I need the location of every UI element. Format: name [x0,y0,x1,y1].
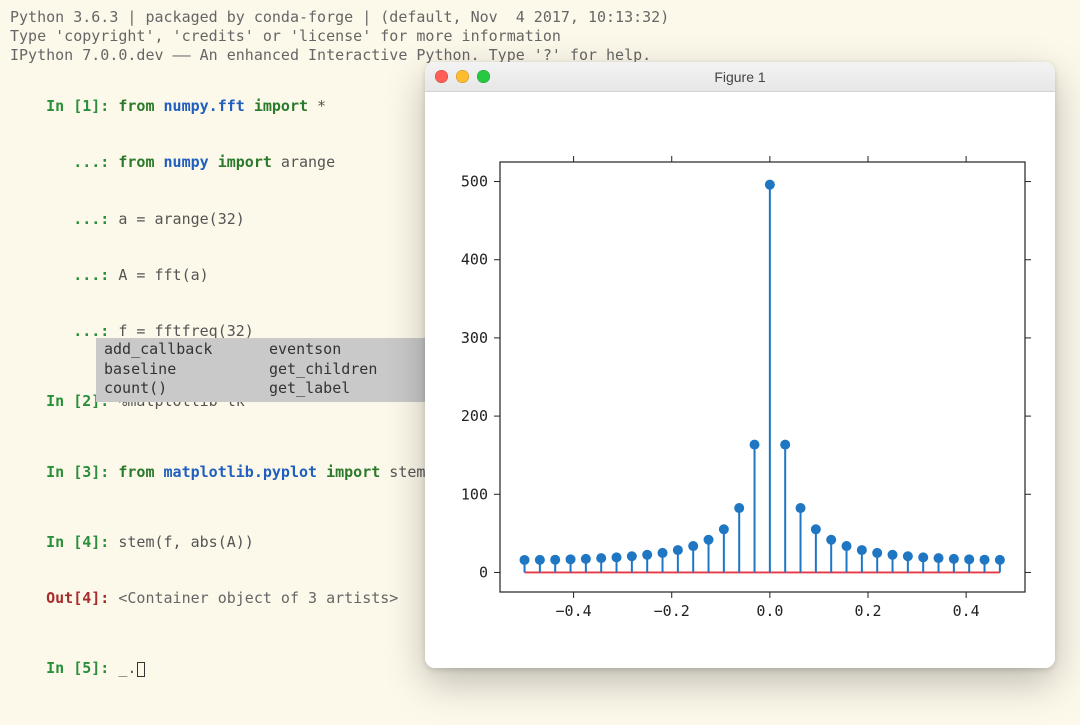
code-line: a = arange(32) [118,210,244,228]
autocomplete-item[interactable]: get_label [269,379,418,399]
window-titlebar[interactable]: Figure 1 [425,62,1055,92]
autocomplete-item[interactable]: baseline [104,360,253,380]
autocomplete-item[interactable]: add_callback [104,340,253,360]
prompt-in-4: In [4]: [46,533,118,551]
import-rest: arange [272,153,335,171]
svg-text:0.0: 0.0 [756,602,783,620]
input-text[interactable]: _. [118,659,136,677]
output-line: <Container object of 3 artists> [118,589,398,607]
svg-text:0.4: 0.4 [953,602,980,620]
autocomplete-item[interactable]: get_children [269,360,418,380]
svg-text:0: 0 [479,563,488,581]
header-line-2: Type 'copyright', 'credits' or 'license'… [10,27,1070,46]
cursor-icon [137,662,145,677]
kw-import: import [326,463,380,481]
kw-import: import [254,97,308,115]
prompt-cont: ...: [46,153,118,171]
svg-text:−0.2: −0.2 [654,602,690,620]
svg-text:400: 400 [461,251,488,269]
svg-text:300: 300 [461,329,488,347]
figure-window[interactable]: Figure 1 0100200300400500−0.4−0.20.00.20… [425,62,1055,668]
kw-from: from [118,463,154,481]
prompt-cont: ...: [46,210,118,228]
import-rest: * [308,97,326,115]
prompt-in-3: In [3]: [46,463,118,481]
terminal-header: Python 3.6.3 | packaged by conda-forge |… [10,8,1070,64]
autocomplete-item[interactable]: eventson [269,340,418,360]
prompt-out-4: Out[4]: [46,589,118,607]
autocomplete-item[interactable]: count() [104,379,253,399]
svg-text:100: 100 [461,485,488,503]
code-line: stem(f, abs(A)) [118,533,253,551]
stem-plot: 0 100 200 300 400 500 −0.4 −0.2 0.0 0.2 0.4 [425,92,1055,668]
header-line-1: Python 3.6.3 | packaged by conda-forge |… [10,8,1070,27]
module-name: numpy.fft [164,97,245,115]
module-name: numpy [164,153,209,171]
svg-text:−0.4: −0.4 [556,602,592,620]
kw-from: from [118,153,154,171]
code-line: A = fft(a) [118,266,208,284]
window-title: Figure 1 [425,69,1055,85]
prompt-cont: ...: [46,266,118,284]
svg-text:0.2: 0.2 [854,602,881,620]
prompt-in-5: In [5]: [46,659,118,677]
svg-text:500: 500 [461,173,488,191]
figure-canvas[interactable]: 0 100 200 300 400 500 −0.4 −0.2 0.0 0.2 0.4 [425,92,1055,668]
import-rest: stem [380,463,425,481]
kw-import: import [218,153,272,171]
kw-from: from [118,97,154,115]
prompt-in-1: In [1]: [46,97,118,115]
svg-text:200: 200 [461,407,488,425]
module-name: matplotlib.pyplot [164,463,318,481]
autocomplete-popup[interactable]: add_callback eventson baseline get_child… [96,338,426,402]
